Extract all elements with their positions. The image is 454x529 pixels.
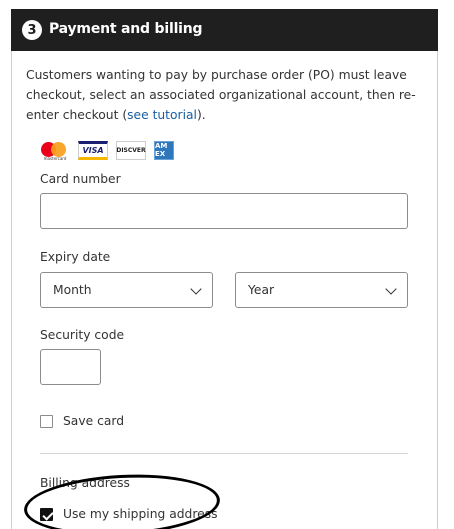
visa-logo-icon: VISA bbox=[78, 140, 108, 160]
mastercard-logo-icon: mastercard bbox=[40, 140, 70, 161]
see-tutorial-link[interactable]: see tutorial bbox=[127, 108, 197, 122]
discover-logo-text: DISC bbox=[116, 146, 133, 154]
divider bbox=[40, 453, 408, 454]
card-number-label: Card number bbox=[40, 172, 121, 186]
expiry-year-select[interactable]: Year bbox=[235, 272, 408, 308]
po-instructions-tail: ). bbox=[196, 108, 206, 122]
checkout-page: 3 Payment and billing Customers wanting … bbox=[0, 0, 454, 529]
save-card-label: Save card bbox=[63, 414, 125, 428]
security-code-input[interactable] bbox=[40, 349, 101, 385]
section-title: Payment and billing bbox=[49, 21, 203, 37]
po-instructions-text: Customers wanting to pay by purchase ord… bbox=[26, 68, 416, 122]
accepted-cards: mastercard VISA DISC VER AM EX bbox=[40, 140, 174, 161]
expiry-month-select[interactable]: Month bbox=[40, 272, 213, 308]
expiry-year-value: Year bbox=[248, 283, 275, 297]
expiry-month-value: Month bbox=[53, 283, 92, 297]
discover-logo-icon: DISC VER bbox=[116, 140, 146, 160]
expiry-date-label: Expiry date bbox=[40, 250, 111, 264]
chevron-down-icon bbox=[190, 283, 202, 295]
amex-logo-icon: AM EX bbox=[154, 140, 174, 160]
discover-logo-tail: VER bbox=[132, 146, 146, 154]
chevron-down-icon bbox=[385, 283, 397, 295]
mastercard-logo-text: mastercard bbox=[43, 155, 67, 161]
step-number-badge: 3 bbox=[22, 20, 42, 40]
card-number-input[interactable] bbox=[40, 193, 408, 229]
po-instructions: Customers wanting to pay by purchase ord… bbox=[26, 65, 421, 125]
save-card-checkbox[interactable] bbox=[40, 415, 53, 428]
security-code-label: Security code bbox=[40, 328, 125, 342]
section-header: 3 Payment and billing bbox=[11, 9, 438, 51]
